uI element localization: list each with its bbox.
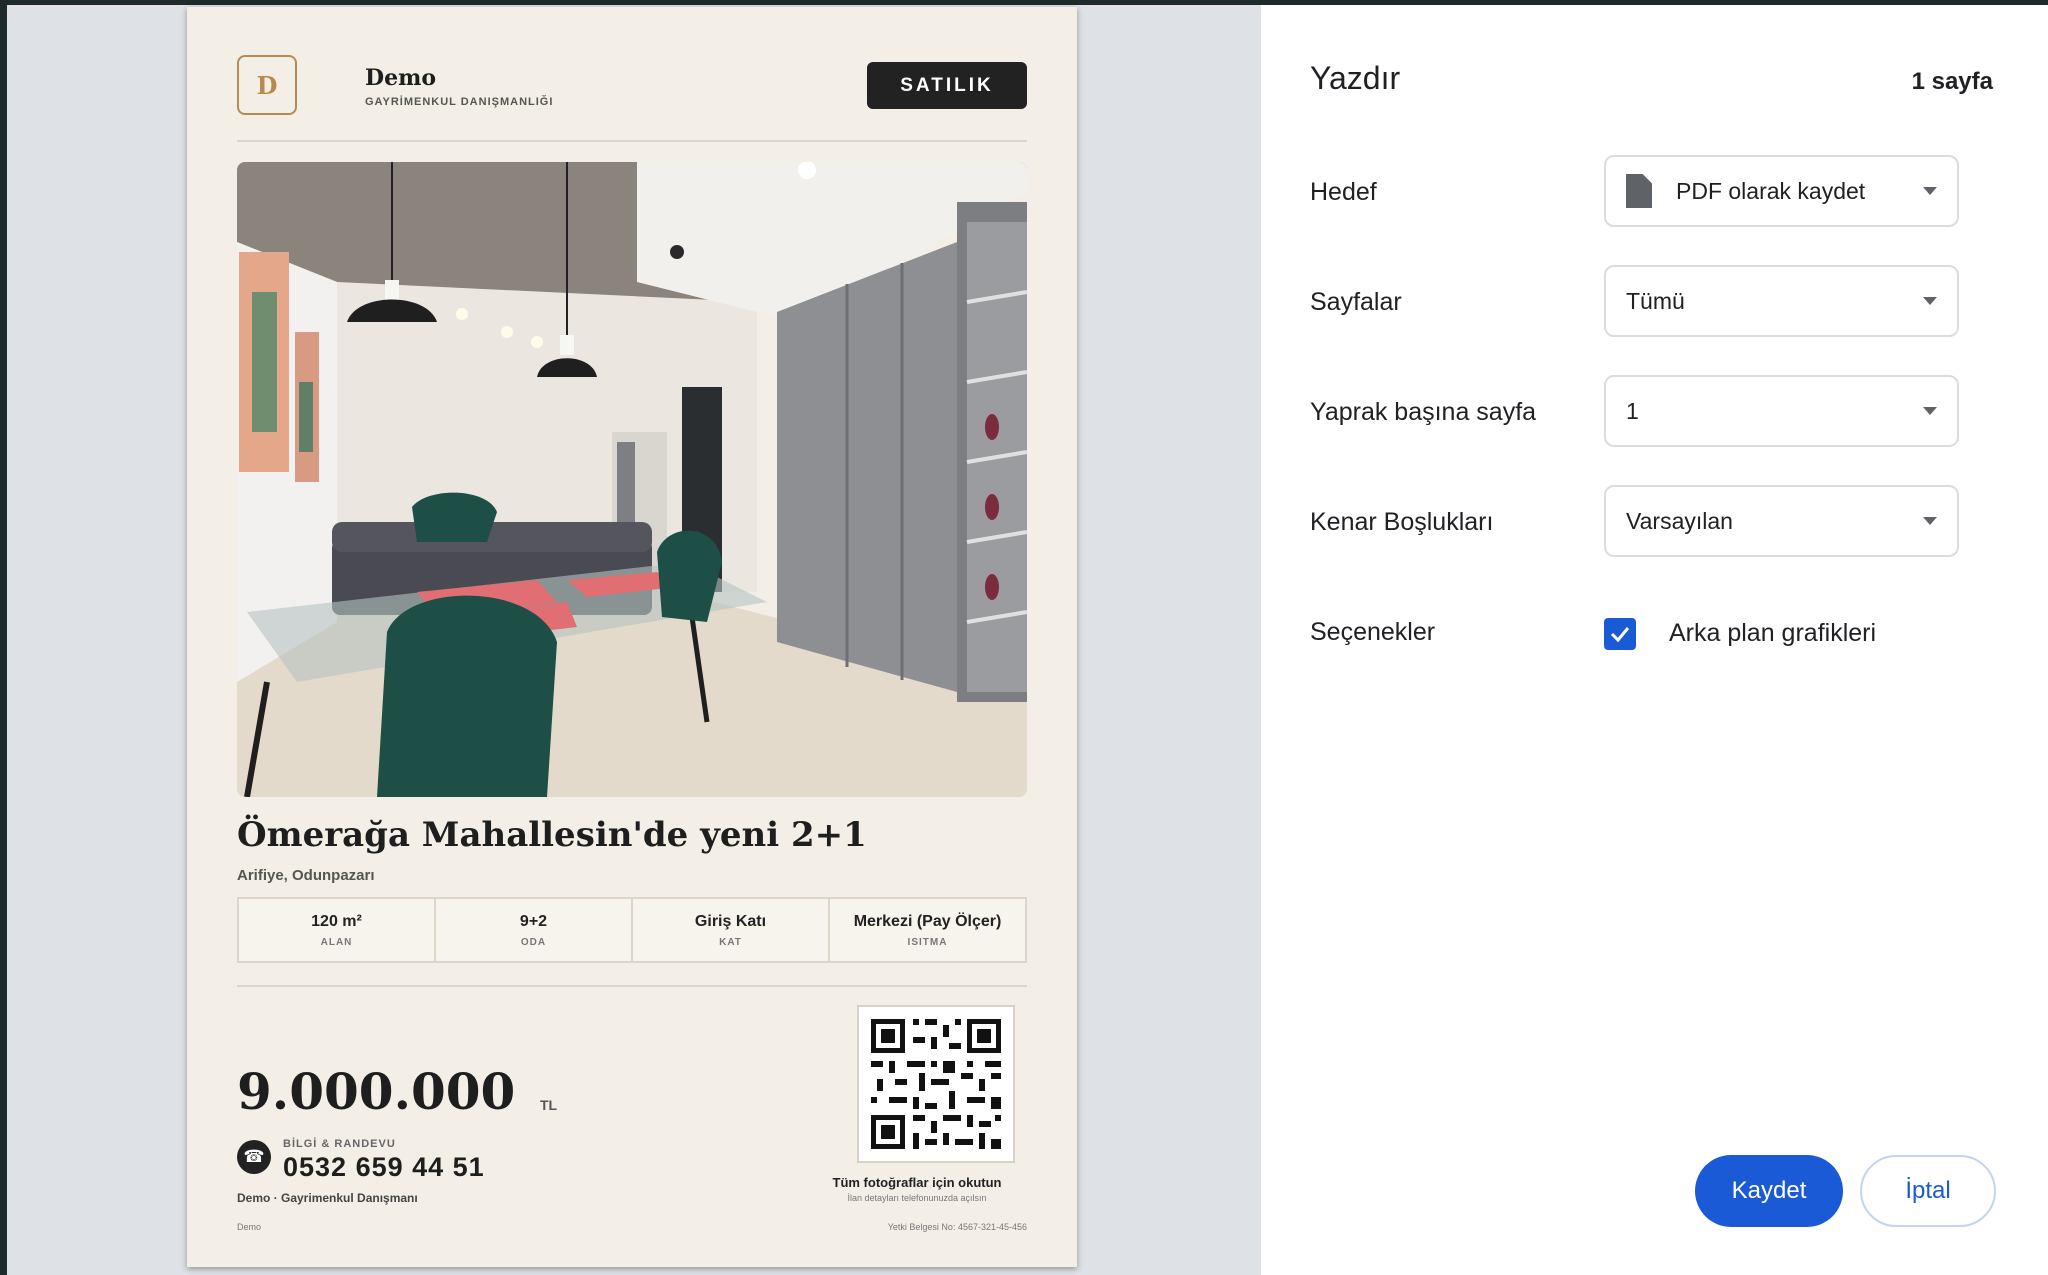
brand-logo: D (237, 55, 297, 115)
dropdown-arrow-icon (1923, 407, 1937, 415)
feature-label: ODA (520, 936, 547, 948)
sale-badge: SATILIK (867, 62, 1027, 109)
pages-select[interactable]: Tümü (1604, 265, 1959, 337)
feature-value: Giriş Katı (694, 912, 767, 930)
checkmark-icon (1610, 627, 1630, 643)
pages-per-sheet-label: Yaprak başına sayfa (1310, 398, 1537, 426)
feature-rooms: 9+2 ODA (436, 899, 633, 961)
feature-value: 120 m² (311, 912, 362, 930)
contact-label: BİLGİ & RANDEVU (283, 1138, 396, 1150)
pages-per-sheet-value: 1 (1626, 397, 1639, 424)
page-count: 1 sayfa (1911, 68, 1993, 95)
margins-value: Varsayılan (1626, 507, 1733, 534)
margins-label: Kenar Boşlukları (1310, 508, 1494, 536)
feature-label: ALAN (320, 936, 353, 948)
listing-title: Ömerağa Mahallesin'de yeni 2+1 (237, 815, 867, 855)
background-graphics-checkbox[interactable] (1604, 618, 1636, 650)
footer-license: Yetki Belgesi No: 4567-321-45-456 (887, 1222, 1027, 1232)
dropdown-arrow-icon (1923, 517, 1937, 525)
options-label: Seçenekler (1310, 618, 1436, 646)
feature-value: 9+2 (519, 912, 548, 930)
document-icon (1626, 174, 1652, 208)
destination-label: Hedef (1310, 178, 1377, 206)
feature-label: KAT (719, 936, 742, 948)
feature-area: 120 m² ALAN (239, 899, 436, 961)
listing-price: 9.000.000 (237, 1062, 516, 1121)
phone-icon: ☎ (237, 1140, 271, 1174)
company-line: Demo · Gayrimenkul Danışmanı (237, 1191, 418, 1205)
qr-code (857, 1005, 1015, 1163)
print-preview-page: D Demo GAYRİMENKUL DANIŞMANLIĞI SATILIK (187, 7, 1077, 1267)
price-currency: TL (540, 1097, 558, 1113)
footer-left: Demo (237, 1222, 262, 1232)
feature-heating: Merkezi (Pay Ölçer) ISITMA (830, 899, 1025, 961)
print-settings-panel: Yazdır 1 sayfa Hedef PDF olarak kaydet S… (1261, 5, 2048, 1275)
print-dialog-title: Yazdır (1310, 60, 1401, 96)
header-divider (237, 140, 1027, 142)
margins-select[interactable]: Varsayılan (1604, 485, 1959, 557)
section-divider (237, 985, 1027, 987)
pages-per-sheet-select[interactable]: 1 (1604, 375, 1959, 447)
brand-name: Demo (365, 65, 437, 91)
pages-label: Sayfalar (1310, 288, 1402, 316)
qr-caption: Tüm fotoğraflar için okutun (832, 1175, 1002, 1190)
print-preview-area: D Demo GAYRİMENKUL DANIŞMANLIĞI SATILIK (7, 5, 1261, 1275)
background-graphics-label[interactable]: Arka plan grafikleri (1669, 619, 1876, 648)
destination-select[interactable]: PDF olarak kaydet (1604, 155, 1959, 227)
qr-subcaption: İlan detayları telefonunuzda açılsın (847, 1193, 987, 1203)
listing-location: Arifiye, Odunpazarı (237, 867, 375, 884)
destination-value: PDF olarak kaydet (1676, 177, 1866, 204)
feature-floor: Giriş Katı KAT (633, 899, 830, 961)
feature-label: ISITMA (907, 936, 948, 948)
save-button[interactable]: Kaydet (1695, 1155, 1843, 1227)
pages-value: Tümü (1626, 287, 1685, 314)
property-photo (237, 162, 1027, 797)
features-table: 120 m² ALAN 9+2 ODA Giriş Katı KAT Merke… (237, 897, 1027, 963)
dropdown-arrow-icon (1923, 187, 1937, 195)
feature-value: Merkezi (Pay Ölçer) (853, 912, 1002, 930)
dropdown-arrow-icon (1923, 297, 1937, 305)
cancel-button[interactable]: İptal (1860, 1155, 1996, 1227)
contact-phone: 0532 659 44 51 (283, 1152, 485, 1182)
brand-subtitle: GAYRİMENKUL DANIŞMANLIĞI (365, 96, 554, 108)
